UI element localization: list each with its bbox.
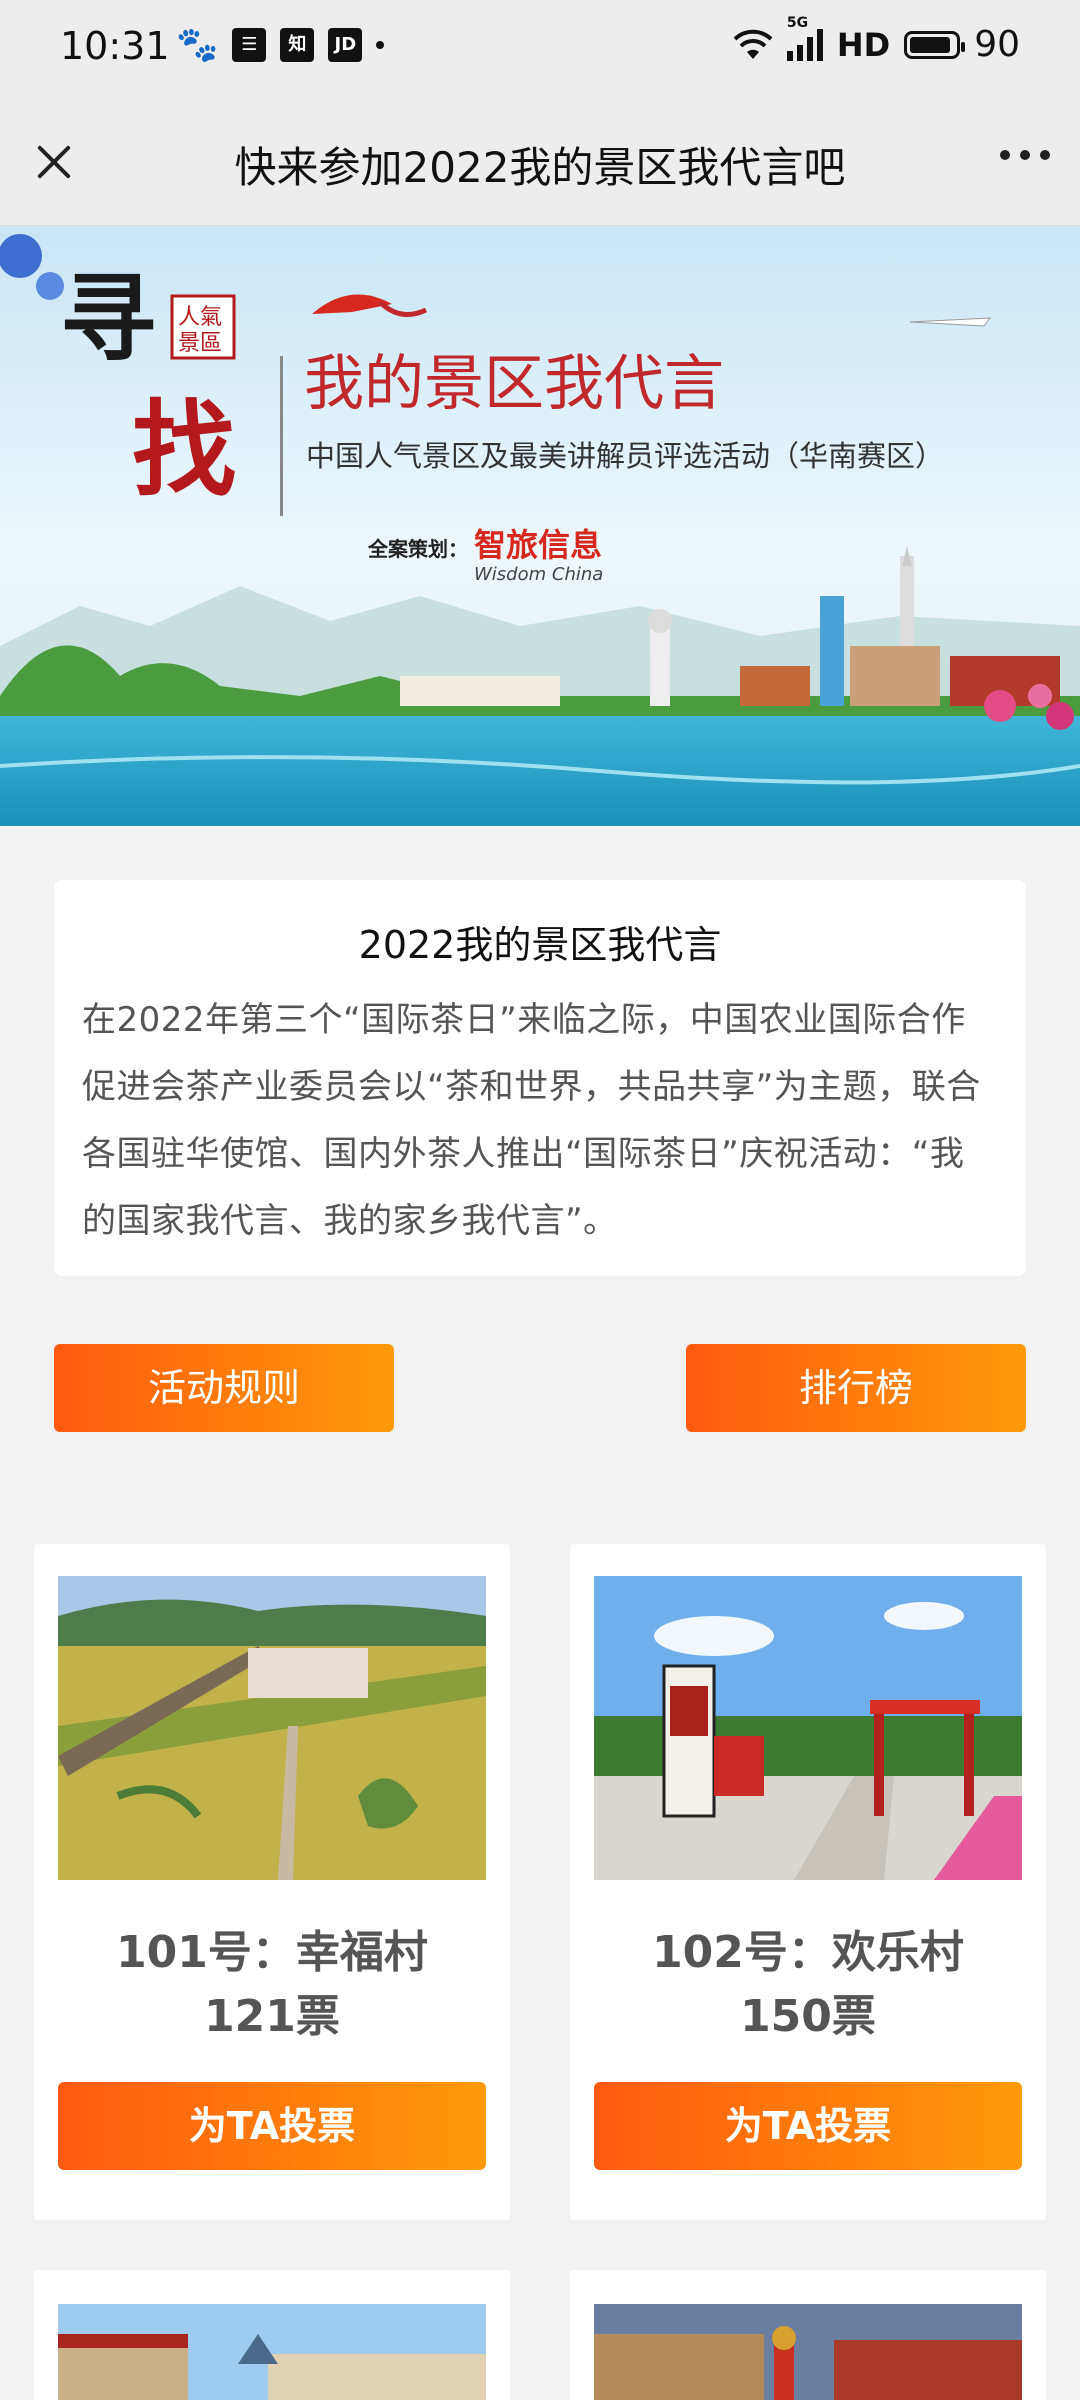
wifi-icon [733, 29, 773, 59]
intro-text: 在2022年第三个“国际茶日”来临之际，中国农业国际合作促进会茶产业委员会以“茶… [82, 1000, 981, 1241]
jd-icon: JD [328, 28, 363, 62]
entry-name: 101号：幸福村 [116, 1927, 428, 1978]
notification-icons: 🐾 ☰ 知 JD [176, 25, 385, 65]
banner-planner-label: 全案策划： [367, 537, 468, 561]
status-right: 5G HD 90 [733, 15, 1020, 65]
entry-photo[interactable] [594, 1576, 1022, 1880]
battery-icon [904, 30, 966, 59]
entry-photo[interactable] [594, 2304, 1022, 2400]
svg-text:景區: 景區 [178, 331, 222, 356]
network-type: 5G [786, 14, 809, 31]
svg-text:人氣: 人氣 [178, 305, 222, 330]
status-bar: 10:31 🐾 ☰ 知 JD 5G HD 90 [0, 0, 1080, 96]
status-time: 10:31 [60, 24, 170, 68]
vote-button[interactable]: 为TA投票 [58, 2082, 486, 2170]
banner-planner-en: Wisdom China [474, 564, 603, 585]
entry-card: 102号：欢乐村 150票 为TA投票 [570, 1544, 1046, 2220]
ranking-button[interactable]: 排行榜 [686, 1344, 1026, 1432]
title-bar: 快来参加2022我的景区我代言吧 [0, 96, 1080, 226]
entry-card-partial [34, 2270, 510, 2400]
entry-name: 102号：欢乐村 [652, 1927, 964, 1978]
banner-title-char-1: 寻 [60, 262, 156, 375]
cell-signal: 5G [786, 15, 823, 61]
close-icon[interactable] [24, 132, 84, 192]
banner-title-char-2: 找 [132, 388, 236, 511]
signal-icon [786, 28, 823, 61]
zhihu-icon: 知 [280, 28, 315, 62]
entry-card: 101号：幸福村 121票 为TA投票 [34, 1544, 510, 2220]
entry-photo[interactable] [58, 1576, 486, 1880]
banner-headline: 我的景区我代言 [304, 349, 724, 419]
rules-button[interactable]: 活动规则 [54, 1344, 394, 1432]
banner-subline: 中国人气景区及最美讲解员评选活动（华南赛区） [306, 439, 944, 473]
list-icon: ☰ [232, 28, 267, 62]
entry-photo[interactable] [58, 2304, 486, 2400]
vote-button[interactable]: 为TA投票 [594, 2082, 1022, 2170]
banner-image: 寻 找 人氣 景區 我的景区我代言 中国人气景区及最美讲解员评选活动（华南赛区）… [0, 226, 1080, 826]
entry-card-partial [570, 2270, 1046, 2400]
more-notifications-dot [376, 41, 385, 49]
banner-planner-name: 智旅信息 [474, 526, 602, 564]
entry-votes: 121票 [204, 1991, 340, 2042]
hd-indicator: HD [836, 25, 891, 64]
intro-title: 2022我的景区我代言 [358, 923, 722, 967]
paw-icon: 🐾 [176, 25, 219, 65]
page-title: 快来参加2022我的景区我代言吧 [234, 143, 846, 192]
battery-level: 90 [974, 24, 1020, 65]
entry-votes: 150票 [740, 1991, 876, 2042]
action-buttons: 活动规则 排行榜 [54, 1344, 1026, 1432]
more-options-icon[interactable] [1000, 150, 1050, 160]
intro-card: 2022我的景区我代言 在2022年第三个“国际茶日”来临之际，中国农业国际合作… [54, 880, 1026, 1276]
